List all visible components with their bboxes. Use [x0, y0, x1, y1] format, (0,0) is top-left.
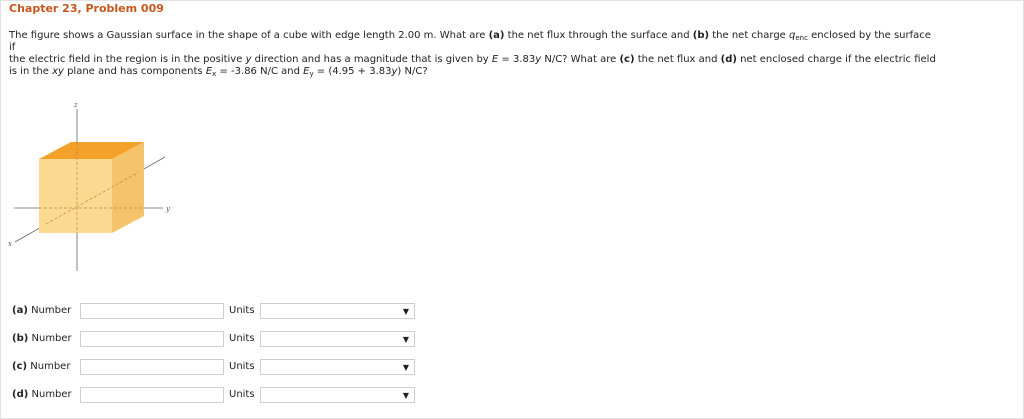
problem-text: direction and has a magnitude that is gi… — [251, 54, 492, 65]
problem-statement: The figure shows a Gaussian surface in t… — [9, 30, 1014, 78]
problem-text: the electric field in the region is in t… — [9, 54, 246, 65]
number-input-d[interactable] — [80, 387, 224, 403]
problem-text: = (4.95 + 3.83 — [313, 66, 392, 77]
axis-label-x: x — [8, 240, 12, 248]
gaussian-cube-figure: z y x — [8, 101, 171, 271]
problem-text: = 3.83 — [498, 54, 536, 65]
chevron-down-icon: ▼ — [402, 391, 409, 400]
chevron-down-icon: ▼ — [402, 307, 409, 316]
number-label: Number — [31, 389, 72, 400]
number-label: Number — [31, 333, 72, 344]
number-input-b[interactable] — [80, 331, 224, 347]
number-label: Number — [31, 305, 72, 316]
page-title: Chapter 23, Problem 009 — [9, 2, 164, 15]
axis-label-y: y — [165, 205, 171, 213]
units-select-b[interactable]: ▼ — [260, 331, 415, 347]
part-label: (a) — [12, 305, 28, 316]
problem-text: the net flux and — [634, 54, 721, 65]
problem-text: = -3.86 N/C and — [216, 66, 304, 77]
units-label: Units — [229, 389, 255, 400]
problem-line-3: the electric field in the region is in t… — [9, 54, 1014, 66]
answer-row-d: (d) Number Units ▼ — [12, 386, 432, 406]
units-label: Units — [229, 361, 255, 372]
problem-text: enclosed by the surface — [807, 30, 931, 41]
answer-label: (b) Number — [12, 333, 72, 344]
symbol-q-subscript: enc — [795, 34, 808, 42]
part-label: (b) — [12, 333, 29, 344]
number-input-c[interactable] — [80, 359, 224, 375]
answer-row-b: (b) Number Units ▼ — [12, 330, 432, 350]
problem-text: is in the — [9, 66, 53, 77]
number-label: Number — [30, 361, 71, 372]
part-label: (c) — [12, 361, 28, 372]
units-select-c[interactable]: ▼ — [260, 359, 415, 375]
part-d-marker: (d) — [720, 54, 737, 65]
problem-text: ) N/C? — [397, 66, 428, 77]
units-select-a[interactable]: ▼ — [260, 303, 415, 319]
answer-row-a: (a) Number Units ▼ — [12, 302, 432, 322]
symbol-xy: xy — [52, 66, 64, 77]
problem-line-1: The figure shows a Gaussian surface in t… — [9, 30, 1014, 42]
problem-text: N/C? What are — [541, 54, 620, 65]
problem-text: plane and has components — [63, 66, 206, 77]
part-b-marker: (b) — [692, 30, 710, 41]
problem-line-4: is in the xy plane and has components Ex… — [9, 66, 1014, 78]
problem-line-2: if — [9, 42, 16, 53]
problem-text: the net flux through the surface and — [504, 30, 693, 41]
chevron-down-icon: ▼ — [402, 335, 409, 344]
chevron-down-icon: ▼ — [402, 363, 409, 372]
problem-text: net enclosed charge if the electric fiel… — [736, 54, 936, 65]
part-a-marker: (a) — [488, 30, 505, 41]
units-select-d[interactable]: ▼ — [260, 387, 415, 403]
part-label: (d) — [12, 389, 29, 400]
answer-label: (a) Number — [12, 305, 71, 316]
cube-front-face — [39, 159, 112, 233]
units-label: Units — [229, 333, 255, 344]
answer-row-c: (c) Number Units ▼ — [12, 358, 432, 378]
axis-label-z: z — [73, 101, 78, 109]
units-label: Units — [229, 305, 255, 316]
answer-label: (d) Number — [12, 389, 72, 400]
answer-label: (c) Number — [12, 361, 70, 372]
problem-text: the net charge — [709, 30, 789, 41]
part-c-marker: (c) — [619, 54, 635, 65]
number-input-a[interactable] — [80, 303, 224, 319]
problem-text: The figure shows a Gaussian surface in t… — [9, 30, 489, 41]
